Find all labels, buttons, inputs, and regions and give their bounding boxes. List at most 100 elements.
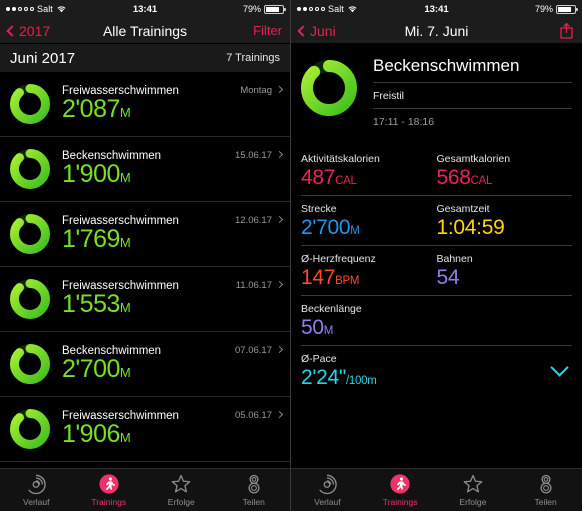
stat-row: Aktivitätskalorien 487CAL Gesamtkalorien 56… [301,146,572,195]
tab-label: Erfolge [167,497,195,507]
stat-cell: Beckenlänge 50M [301,303,437,339]
stat-value: 54 [437,266,573,289]
tab-verlauf[interactable]: Verlauf [0,473,73,507]
workout-list-item[interactable]: Beckenschwimmen 15.06.17 1'900M [0,137,290,202]
stat-cell: Ø-Pace 2'24"/100m [301,353,553,389]
running-person-icon [389,473,411,495]
workout-list-item[interactable]: Freiwasserschwimmen Montag 2'087M [0,72,290,137]
tab-erfolge[interactable]: Erfolge [437,473,510,507]
workout-row-body: Freiwasserschwimmen 05.06.17 1'906M [62,410,284,448]
activity-ring-icon [10,84,50,124]
tab-teilen[interactable]: Teilen [218,473,291,507]
workout-distance-value: 2'700 [62,355,120,384]
stat-unit: BPM [335,274,360,287]
stat-unit: M [350,224,360,237]
stat-number: 487 [301,165,336,189]
workout-row-body: Freiwasserschwimmen 11.06.17 1'553M [62,280,284,319]
workout-distance: 1'769M [62,226,282,252]
back-button-juni[interactable]: Juni [297,23,336,39]
detail-header: Beckenschwimmen Freistil 17:11 - 18:16 [291,44,582,134]
running-person-icon [98,473,120,495]
share-icon [559,22,574,39]
status-bar-left: Salt 13:41 79% [0,0,290,18]
workout-list-item[interactable]: Freiwasserschwimmen 11.06.17 1'553M [0,267,290,332]
stat-label: Beckenlänge [301,302,362,315]
detail-activity-ring [301,56,359,134]
workout-date: 12.06.17 [235,215,272,227]
stat-number: 54 [436,265,460,289]
tab-verlauf[interactable]: Verlauf [291,473,364,507]
stat-unit: M [323,324,334,337]
tab-label: Verlauf [314,497,341,507]
stat-label: Strecke [301,202,337,215]
workout-time-range: 17:11 - 18:16 [373,107,572,134]
workout-list: Freiwasserschwimmen Montag 2'087M Beckensch… [0,72,290,462]
activity-ring-icon [10,409,50,449]
chevron-right-icon [275,151,284,159]
workout-distance: 1'900M [62,161,282,187]
tab-teilen[interactable]: Teilen [509,473,582,507]
history-rings-icon [316,473,338,495]
tab-label: Trainings [382,497,418,507]
workout-row-body: Freiwasserschwimmen Montag 2'087M [62,85,284,123]
right-phone-screen: Salt 13:41 79% Juni Mi. 7. Juni Beckensc… [291,0,582,511]
stat-value: 50M [301,316,437,339]
tab-erfolge[interactable]: Erfolge [145,473,218,507]
stat-value: 487CAL [301,166,437,189]
nav-bar-left: 2017 Alle Trainings Filter [0,18,290,44]
stat-unit: /100m [346,374,377,387]
share-people-icon [243,473,265,495]
workout-distance-value: 1'553 [62,290,120,319]
stat-value: 1:04:59 [437,216,573,239]
workout-list-item[interactable]: Beckenschwimmen 07.06.17 2'700M [0,332,290,397]
workout-distance-unit: M [119,300,131,316]
stat-cell: Strecke 2'700M [301,203,437,239]
workout-distance: 2'087M [62,96,282,122]
tab-trainings[interactable]: Trainings [73,473,146,507]
dual-screenshot: Salt 13:41 79% 2017 Alle Trainings Filte… [0,0,582,511]
workout-stats-grid: Aktivitätskalorien 487CAL Gesamtkalorien 56… [291,146,582,395]
stat-cell: Ø-Herzfrequenz 147BPM [301,253,437,289]
workout-date: 15.06.17 [235,150,272,162]
section-header-juni-2017: Juni 2017 7 Trainings [0,44,290,72]
workout-list-item[interactable]: Freiwasserschwimmen 05.06.17 1'906M [0,397,290,462]
back-button-2017[interactable]: 2017 [6,23,50,39]
stat-value: 2'24"/100m [301,366,553,389]
stat-label: Aktivitätskalorien [301,152,380,165]
stat-cell: Gesamtzeit 1:04:59 [437,203,573,239]
share-button[interactable] [559,22,574,39]
stat-number: 1:04:59 [436,215,505,239]
stat-label: Gesamtzeit [436,202,490,215]
workout-date: Montag [240,85,272,97]
history-rings-icon [25,473,47,495]
workout-row-body: Beckenschwimmen 07.06.17 2'700M [62,345,284,384]
stat-row: Ø-Herzfrequenz 147BPM Bahnen 54 [301,244,573,295]
tab-trainings[interactable]: Trainings [364,473,437,507]
star-icon [170,473,192,495]
stat-unit: CAL [470,174,493,187]
workout-detail: Beckenschwimmen Freistil 17:11 - 18:16 A… [291,44,582,395]
chevron-down-icon[interactable] [550,358,569,378]
tab-label: Teilen [242,497,265,507]
stat-number: 568 [436,165,471,189]
workout-style: Freistil [373,81,572,108]
stat-row: Strecke 2'700M Gesamtzeit 1:04:59 [301,194,573,245]
workout-distance-unit: M [119,430,131,446]
stat-label: Ø-Herzfrequenz [301,252,376,265]
battery-percent-label: 79% [534,4,553,14]
detail-info: Beckenschwimmen Freistil 17:11 - 18:16 [373,56,572,134]
left-phone-screen: Salt 13:41 79% 2017 Alle Trainings Filte… [0,0,291,511]
workout-distance-unit: M [119,105,131,121]
chevron-right-icon [275,411,284,419]
workout-list-item[interactable]: Freiwasserschwimmen 12.06.17 1'769M [0,202,290,267]
workout-row-body: Beckenschwimmen 15.06.17 1'900M [62,150,284,188]
filter-button[interactable]: Filter [253,23,282,38]
workout-distance: 1'906M [62,421,282,447]
share-people-icon [535,473,557,495]
chevron-right-icon [275,86,284,94]
stat-number: 2'24" [301,365,347,389]
section-count: 7 Trainings [226,52,280,64]
chevron-right-icon [275,281,284,289]
chevron-right-icon [275,216,284,224]
activity-ring-icon [10,149,50,189]
